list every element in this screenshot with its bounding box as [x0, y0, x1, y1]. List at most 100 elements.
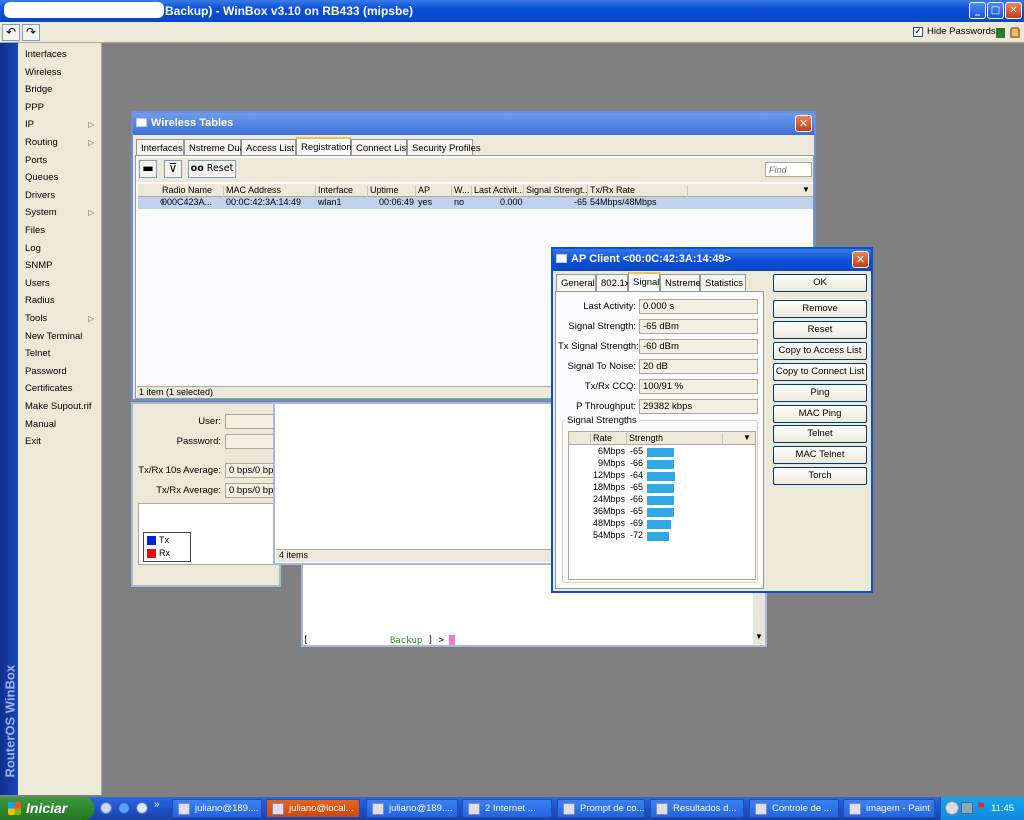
redo-button[interactable]: ↷ [22, 24, 40, 41]
tab-nstreme[interactable]: Nstreme [660, 274, 701, 291]
strength-column-header[interactable]: Strength [627, 433, 723, 445]
strength-row[interactable]: 12Mbps -64 [569, 470, 755, 482]
torch-button[interactable]: Torch [773, 467, 867, 486]
find-input[interactable] [765, 162, 812, 177]
column-header-radio-name[interactable]: Radio Name [160, 185, 224, 197]
menu-item-snmp[interactable]: SNMP [25, 260, 52, 271]
taskbar-button-prompt-de-co[interactable]: Prompt de co... [557, 799, 645, 818]
taskbar-button-resultados-d[interactable]: Resultados d... [650, 799, 744, 818]
filter-button[interactable]: ⊽ [164, 160, 182, 178]
menu-item-certificates[interactable]: Certificates [25, 383, 73, 394]
reset-button[interactable]: Reset [773, 320, 867, 339]
menu-item-users[interactable]: Users [25, 278, 50, 289]
taskbar-button-2-internet[interactable]: 2 Internet ... [462, 799, 552, 818]
column-header-uptime[interactable]: Uptime [368, 185, 416, 197]
browser-icon[interactable] [118, 802, 130, 814]
menu-item-telnet[interactable]: Telnet [25, 348, 50, 359]
copy-to-connect-list-button[interactable]: Copy to Connect List [773, 362, 867, 381]
taskbar-button-juliano-189[interactable]: juliano@189.... [172, 799, 262, 818]
reset-label: Reset [206, 163, 234, 174]
tab-registration[interactable]: Registration [296, 137, 352, 156]
tab-interfaces[interactable]: Interfaces [136, 139, 184, 156]
tab-connect-list[interactable]: Connect List [351, 139, 409, 156]
strength-row[interactable]: 54Mbps -72 [569, 530, 755, 542]
menu-item-new-terminal[interactable]: New Terminal [25, 331, 82, 342]
minimize-button[interactable]: _ [969, 2, 986, 19]
taskbar-button-juliano-local[interactable]: juliano@local... [266, 799, 360, 818]
strength-row[interactable]: 6Mbps -65 [569, 446, 755, 458]
strength-row[interactable]: 36Mbps -65 [569, 506, 755, 518]
taskbar-button-imagem-paint[interactable]: imagem - Paint [843, 799, 935, 818]
strength-rate: 36Mbps [592, 506, 625, 516]
strength-row[interactable]: 48Mbps -69 [569, 518, 755, 530]
taskbar-button-juliano-189[interactable]: juliano@189.... [366, 799, 458, 818]
copy-to-access-list-button[interactable]: Copy to Access List [773, 341, 867, 360]
desktop-icon[interactable] [100, 802, 112, 814]
column-header-last-activit[interactable]: Last Activit... [472, 185, 524, 197]
remove-item-button[interactable]: ▬ [139, 160, 157, 178]
menu-item-manual[interactable]: Manual [25, 419, 56, 430]
start-button[interactable]: Iniciar [0, 797, 94, 820]
strength-row[interactable]: 18Mbps -65 [569, 482, 755, 494]
hide-passwords-checkbox[interactable]: ✓ [913, 27, 923, 37]
terminal-scrollbar[interactable]: ▼ [753, 592, 765, 644]
rate-column-header[interactable]: Rate [591, 433, 627, 445]
tab-statistics[interactable]: Statistics [700, 274, 746, 291]
menu-item-password[interactable]: Password [25, 366, 67, 377]
mac-telnet-button[interactable]: MAC Telnet [773, 446, 867, 465]
menu-item-queues[interactable]: Queues [25, 172, 58, 183]
menu-item-log[interactable]: Log [25, 243, 41, 254]
media-icon[interactable] [136, 802, 148, 814]
wireless-tables-close-button[interactable]: ✕ [795, 115, 812, 132]
menu-item-routing[interactable]: Routing [25, 137, 58, 148]
tray-back-icon[interactable] [945, 801, 959, 815]
tab-signal[interactable]: Signal [628, 272, 660, 291]
undo-button[interactable]: ↶ [2, 24, 20, 41]
ok-button[interactable]: OK [773, 274, 867, 292]
column-header-mac-address[interactable]: MAC Address [224, 185, 316, 197]
menu-item-bridge[interactable]: Bridge [25, 84, 52, 95]
menu-item-interfaces[interactable]: Interfaces [25, 49, 67, 60]
column-header-signal-strengt[interactable]: Signal Strengt... [524, 185, 588, 197]
menu-item-wireless[interactable]: Wireless [25, 67, 61, 78]
close-button[interactable]: ✕ [1005, 2, 1022, 19]
mac-ping-button[interactable]: MAC Ping [773, 404, 867, 423]
menu-item-ip[interactable]: IP [25, 119, 34, 130]
more-chevron-icon[interactable]: » [154, 799, 160, 810]
terminal-prompt[interactable]: [ Backup ] > [303, 635, 456, 646]
scroll-down-icon[interactable]: ▼ [755, 632, 763, 641]
remove-button[interactable]: Remove [773, 300, 867, 318]
column-header-interface[interactable]: Interface [316, 185, 368, 197]
menu-item-files[interactable]: Files [25, 225, 45, 236]
column-chooser-icon[interactable]: ▼ [802, 185, 810, 194]
table-row[interactable]: 000C423A... 00:0C:42:3A:14:49 wlan1 00:0… [138, 197, 813, 209]
strength-row[interactable]: 9Mbps -66 [569, 458, 755, 470]
menu-item-drivers[interactable]: Drivers [25, 190, 55, 201]
strength-row[interactable]: 24Mbps -66 [569, 494, 755, 506]
menu-item-tools[interactable]: Tools [25, 313, 47, 324]
tab-access-list[interactable]: Access List [241, 139, 296, 156]
network-icon[interactable] [961, 802, 973, 814]
menu-item-ppp[interactable]: PPP [25, 102, 44, 113]
menu-item-ports[interactable]: Ports [25, 155, 47, 166]
taskbar-button-controle-de[interactable]: Controle de ... [749, 799, 839, 818]
wds-cell: no [454, 197, 465, 207]
tab-802-1x[interactable]: 802.1x [596, 274, 630, 291]
menu-item-radius[interactable]: Radius [25, 295, 55, 306]
ap-client-close-button[interactable]: ✕ [852, 251, 869, 268]
column-header-w[interactable]: W... [452, 185, 472, 197]
ping-button[interactable]: Ping [773, 383, 867, 402]
tab-general[interactable]: General [556, 274, 596, 291]
maximize-button[interactable]: □ [987, 2, 1004, 19]
menu-item-system[interactable]: System [25, 207, 57, 218]
column-header-tx-rx-rate[interactable]: Tx/Rx Rate [588, 185, 688, 197]
telnet-button[interactable]: Telnet [773, 425, 867, 444]
menu-item-exit[interactable]: Exit [25, 436, 41, 447]
tab-nstreme-dual[interactable]: Nstreme Dual [184, 139, 247, 156]
reset-counters-button[interactable]: oo Reset [188, 160, 236, 178]
column-header-ap[interactable]: AP [416, 185, 452, 197]
menu-item-make-supout-rif[interactable]: Make Supout.rif [25, 401, 92, 412]
alert-flag-icon[interactable]: ⚑ [976, 800, 986, 813]
tab-security-profiles[interactable]: Security Profiles [407, 139, 481, 156]
column-chooser-icon[interactable]: ▼ [743, 433, 751, 442]
